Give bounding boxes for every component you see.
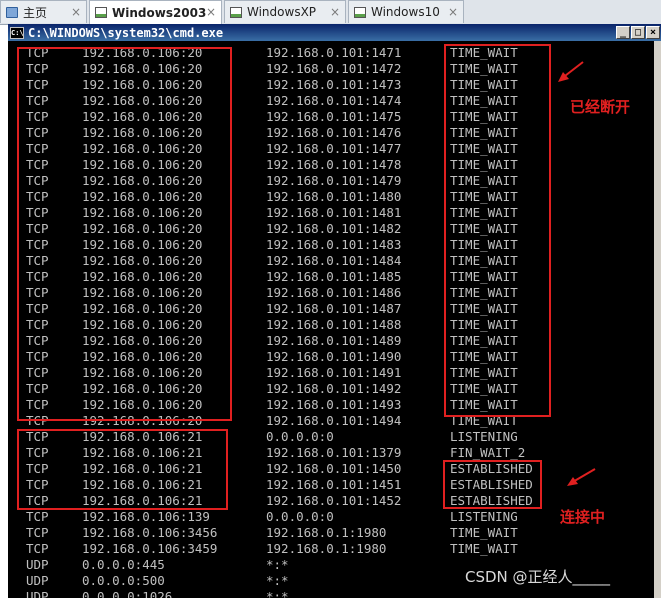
- protocol-cell: TCP: [26, 525, 49, 540]
- state-cell: TIME_WAIT: [450, 541, 518, 556]
- vm-icon: [230, 6, 242, 18]
- netstat-row: TCP 192.168.0.106:139 0.0.0.0:0 LISTENING: [8, 509, 654, 525]
- local-address-cell: 192.168.0.106:139: [82, 509, 210, 524]
- annotation-connecting: 连接中: [560, 508, 606, 526]
- state-cell: FIN_WAIT_2: [450, 445, 526, 460]
- foreign-address-cell: *:*: [266, 573, 289, 588]
- local-address-cell: 192.168.0.106:3459: [82, 541, 218, 556]
- protocol-cell: TCP: [26, 509, 49, 524]
- foreign-address-cell: 192.168.0.101:1493: [266, 397, 402, 412]
- console-scrollbar[interactable]: [654, 41, 661, 598]
- foreign-address-cell: 192.168.0.101:1489: [266, 333, 402, 348]
- protocol-cell: UDP: [26, 589, 49, 598]
- tab-home[interactable]: 主页 ×: [0, 0, 87, 23]
- window-title: C:\WINDOWS\system32\cmd.exe: [28, 25, 224, 40]
- foreign-address-cell: 192.168.0.101:1494: [266, 413, 402, 428]
- foreign-address-cell: 192.168.0.101:1474: [266, 93, 402, 108]
- foreign-address-cell: 192.168.0.101:1473: [266, 77, 402, 92]
- foreign-address-cell: 192.168.0.101:1485: [266, 269, 402, 284]
- foreign-address-cell: 192.168.0.101:1484: [266, 253, 402, 268]
- browser-tab-bar: 主页 × Windows2003 × WindowsXP × Windows10…: [0, 0, 661, 25]
- state-cell: TIME_WAIT: [450, 525, 518, 540]
- tab-windows2003[interactable]: Windows2003 ×: [89, 0, 222, 24]
- close-icon[interactable]: ×: [71, 5, 81, 19]
- foreign-address-cell: 0.0.0.0:0: [266, 509, 334, 524]
- highlight-box-port21: [17, 429, 228, 510]
- foreign-address-cell: 192.168.0.101:1492: [266, 381, 402, 396]
- foreign-address-cell: 192.168.0.101:1476: [266, 125, 402, 140]
- protocol-cell: TCP: [26, 541, 49, 556]
- netstat-row: UDP 0.0.0.0:1026 *:*: [8, 589, 654, 598]
- arrow-icon: [567, 468, 596, 486]
- maximize-button[interactable]: □: [631, 26, 645, 39]
- foreign-address-cell: 192.168.0.101:1481: [266, 205, 402, 220]
- foreign-address-cell: 192.168.0.101:1483: [266, 237, 402, 252]
- foreign-address-cell: 0.0.0.0:0: [266, 429, 334, 444]
- highlight-box-time-wait: [444, 44, 551, 417]
- tab-windowsxp[interactable]: WindowsXP ×: [224, 0, 346, 23]
- close-button[interactable]: ×: [646, 26, 660, 39]
- local-address-cell: 0.0.0.0:500: [82, 573, 165, 588]
- foreign-address-cell: 192.168.0.101:1479: [266, 173, 402, 188]
- foreign-address-cell: *:*: [266, 557, 289, 572]
- foreign-address-cell: 192.168.0.101:1452: [266, 493, 402, 508]
- foreign-address-cell: 192.168.0.101:1488: [266, 317, 402, 332]
- state-cell: LISTENING: [450, 509, 518, 524]
- netstat-row: TCP 192.168.0.106:3456 192.168.0.1:1980 TIM…: [8, 525, 654, 541]
- foreign-address-cell: 192.168.0.101:1482: [266, 221, 402, 236]
- close-icon[interactable]: ×: [330, 5, 340, 19]
- vm-icon: [95, 7, 107, 18]
- state-cell: LISTENING: [450, 429, 518, 444]
- foreign-address-cell: 192.168.0.101:1486: [266, 285, 402, 300]
- foreign-address-cell: 192.168.0.101:1475: [266, 109, 402, 124]
- protocol-cell: UDP: [26, 557, 49, 572]
- close-icon[interactable]: ×: [448, 5, 458, 19]
- foreign-address-cell: 192.168.0.101:1477: [266, 141, 402, 156]
- watermark: CSDN @正经人_____: [465, 568, 611, 586]
- foreign-address-cell: 192.168.0.101:1472: [266, 61, 402, 76]
- foreign-address-cell: 192.168.0.101:1490: [266, 349, 402, 364]
- home-icon: [6, 6, 18, 18]
- minimize-button[interactable]: _: [616, 26, 630, 39]
- cmd-titlebar[interactable]: C:\ C:\WINDOWS\system32\cmd.exe _ □ ×: [8, 24, 661, 41]
- cmd-icon: C:\: [10, 26, 24, 39]
- foreign-address-cell: 192.168.0.1:1980: [266, 541, 387, 556]
- foreign-address-cell: 192.168.0.101:1491: [266, 365, 402, 380]
- foreign-address-cell: 192.168.0.101:1478: [266, 157, 402, 172]
- arrow-icon: [558, 61, 584, 82]
- highlight-box-port20: [17, 47, 232, 421]
- tab-label: WindowsXP: [247, 5, 317, 19]
- protocol-cell: UDP: [26, 573, 49, 588]
- foreign-address-cell: 192.168.0.101:1450: [266, 461, 402, 476]
- tab-windows10[interactable]: Windows10 ×: [348, 0, 464, 23]
- tab-label: Windows2003: [112, 5, 207, 20]
- local-address-cell: 0.0.0.0:445: [82, 557, 165, 572]
- foreign-address-cell: 192.168.0.101:1471: [266, 45, 402, 60]
- local-address-cell: 0.0.0.0:1026: [82, 589, 173, 598]
- annotation-disconnected: 已经断开: [570, 98, 631, 116]
- netstat-row: TCP 192.168.0.106:3459 192.168.0.1:1980 TIM…: [8, 541, 654, 557]
- tab-label: Windows10: [371, 5, 440, 19]
- close-icon[interactable]: ×: [206, 5, 216, 19]
- foreign-address-cell: 192.168.0.101:1480: [266, 189, 402, 204]
- foreign-address-cell: 192.168.0.1:1980: [266, 525, 387, 540]
- tab-label: 主页: [23, 5, 48, 20]
- foreign-address-cell: *:*: [266, 589, 289, 598]
- local-address-cell: 192.168.0.106:3456: [82, 525, 218, 540]
- foreign-address-cell: 192.168.0.101:1487: [266, 301, 402, 316]
- foreign-address-cell: 192.168.0.101:1451: [266, 477, 402, 492]
- foreign-address-cell: 192.168.0.101:1379: [266, 445, 402, 460]
- highlight-box-established: [443, 460, 542, 509]
- vm-icon: [354, 6, 366, 18]
